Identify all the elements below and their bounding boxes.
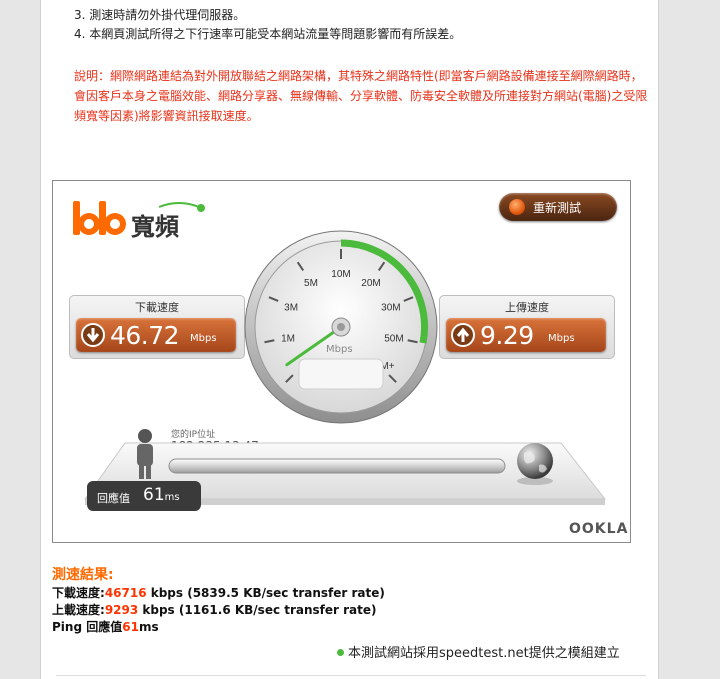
notes-list: 3. 測速時請勿外掛代理伺服器。 4. 本網頁測試所得之下行速率可能受本網站流量… — [74, 6, 461, 44]
ping-result-value: 61 — [122, 620, 139, 634]
ping-value: 61ms — [143, 485, 180, 505]
disclaimer-text: 說明：網際網路連結為對外開放聯結之網路架構，其特殊之網路特性(即當客戶網路設備連… — [74, 69, 648, 123]
page-content: 3. 測速時請勿外掛代理伺服器。 4. 本網頁測試所得之下行速率可能受本網站流量… — [40, 0, 659, 679]
download-kbps: 46716 — [104, 586, 147, 600]
speedtest-widget: 寬頻 重新測試 下載速度 46.72 Mbps 上傳速度 9.29 Mbps 1… — [52, 180, 631, 543]
results-title: 測速結果: — [52, 567, 114, 583]
credit-text: 本測試網站採用speedtest.net提供之模組建立 — [337, 642, 620, 661]
upload-kbps: 9293 — [104, 603, 139, 617]
ookla-logo: OOKLA — [569, 521, 629, 537]
divider — [56, 675, 646, 676]
note-item: 4. 本網頁測試所得之下行速率可能受本網站流量等問題影響而有所誤差。 — [74, 27, 462, 41]
download-result-row: 下載速度:46716 kbps (5839.5 KB/sec transfer … — [52, 586, 385, 600]
upload-result-row: 上載速度:9293 kbps (1161.6 KB/sec transfer r… — [52, 603, 377, 617]
ping-unit: ms — [164, 492, 180, 503]
ping-result-row: Ping 回應值61ms — [52, 620, 159, 634]
globe-icon — [517, 443, 553, 485]
results-section: 測速結果: 下載速度:46716 kbps (5839.5 KB/sec tra… — [52, 567, 385, 636]
ping-box: 回應值 61ms — [87, 481, 201, 511]
note-item: 3. 測速時請勿外掛代理伺服器。 — [74, 8, 246, 22]
green-dot-icon — [337, 649, 344, 656]
ping-label: 回應值 — [97, 492, 130, 505]
